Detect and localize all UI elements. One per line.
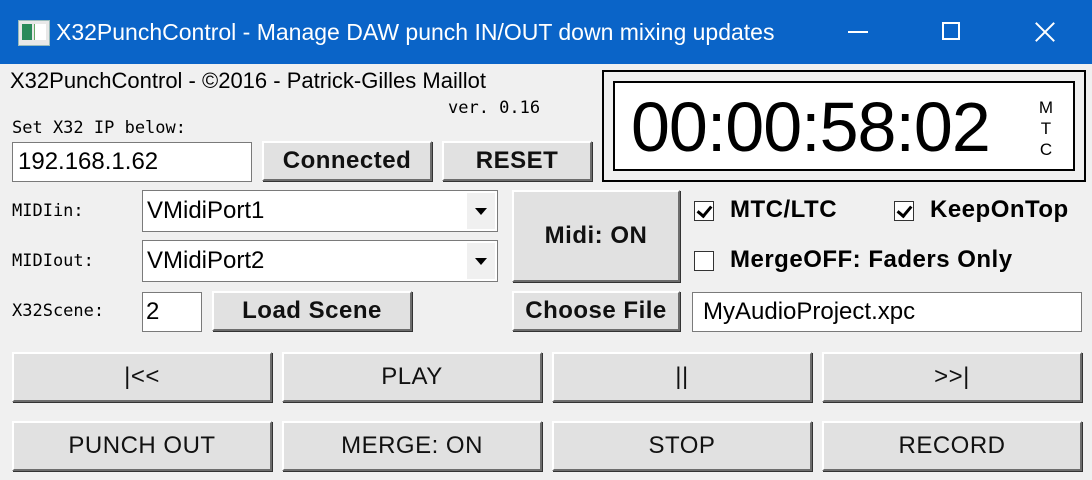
window-title: X32PunchControl - Manage DAW punch IN/OU… xyxy=(56,19,775,45)
ip-label: Set X32 IP below: xyxy=(12,118,186,138)
midi-out-dropdown-arrow[interactable] xyxy=(467,243,495,279)
check-icon xyxy=(896,201,913,219)
choose-file-button[interactable]: Choose File xyxy=(512,291,680,331)
merge-off-label[interactable]: MergeOFF: Faders Only xyxy=(730,246,1013,274)
midi-in-label: MIDIin: xyxy=(12,201,84,221)
timecode-mode: M T C xyxy=(1038,98,1054,159)
minimize-icon xyxy=(848,31,868,33)
scene-label: X32Scene: xyxy=(12,301,105,321)
merge-button[interactable]: MERGE: ON xyxy=(282,421,542,471)
midi-out-value: VMidiPort2 xyxy=(147,247,265,274)
rewind-button[interactable]: |<< xyxy=(12,352,272,402)
midi-out-select[interactable]: VMidiPort2 xyxy=(142,240,498,282)
timecode-value: 00:00:58:02 xyxy=(631,88,991,166)
record-button[interactable]: RECORD xyxy=(822,421,1082,471)
file-path-field[interactable]: MyAudioProject.xpc xyxy=(692,292,1082,332)
close-button[interactable] xyxy=(998,0,1092,64)
midi-toggle-button[interactable]: Midi: ON xyxy=(512,190,680,282)
play-button[interactable]: PLAY xyxy=(282,352,542,402)
connect-button[interactable]: Connected xyxy=(262,141,432,181)
copyright-label: X32PunchControl - ©2016 - Patrick-Gilles… xyxy=(10,68,486,93)
maximize-button[interactable] xyxy=(904,0,998,64)
check-icon xyxy=(696,201,713,219)
keep-on-top-checkbox[interactable] xyxy=(894,201,914,221)
chevron-down-icon xyxy=(475,207,487,215)
mtc-ltc-checkbox[interactable] xyxy=(694,201,714,221)
midi-in-select[interactable]: VMidiPort1 xyxy=(142,190,498,232)
reset-button[interactable]: RESET xyxy=(442,141,592,181)
mtc-ltc-label[interactable]: MTC/LTC xyxy=(730,196,837,224)
midi-in-value: VMidiPort1 xyxy=(147,197,265,224)
scene-number-input[interactable]: 2 xyxy=(142,292,202,332)
timecode-display: 00:00:58:02 M T C xyxy=(602,70,1086,182)
ip-address-input[interactable]: 192.168.1.62 xyxy=(12,142,252,182)
version-label: ver. 0.16 xyxy=(448,98,541,118)
minimize-button[interactable] xyxy=(810,0,904,64)
maximize-icon xyxy=(942,22,960,40)
midi-out-label: MIDIout: xyxy=(12,251,94,271)
chevron-down-icon xyxy=(475,257,487,265)
keep-on-top-label[interactable]: KeepOnTop xyxy=(930,196,1069,224)
punch-out-button[interactable]: PUNCH OUT xyxy=(12,421,272,471)
stop-button[interactable]: STOP xyxy=(552,421,812,471)
load-scene-button[interactable]: Load Scene xyxy=(212,291,412,331)
forward-button[interactable]: >>| xyxy=(822,352,1082,402)
app-icon xyxy=(18,20,50,46)
title-bar: X32PunchControl - Manage DAW punch IN/OU… xyxy=(0,0,1092,64)
merge-off-checkbox[interactable] xyxy=(694,251,714,271)
pause-button[interactable]: || xyxy=(552,352,812,402)
midi-in-dropdown-arrow[interactable] xyxy=(467,193,495,229)
